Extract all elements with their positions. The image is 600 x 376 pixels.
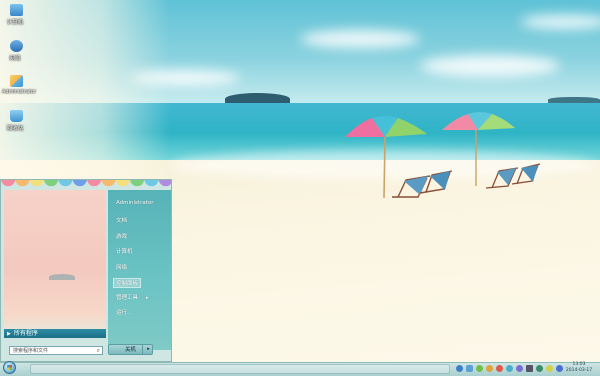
speaker-icon[interactable] — [526, 365, 533, 372]
desktop-icon-label: Administrator — [2, 89, 37, 95]
start-menu-item-games[interactable]: 游戏 — [116, 232, 127, 240]
app-tray-icon[interactable] — [486, 365, 493, 372]
chevron-right-icon: ▸ — [147, 346, 150, 352]
desktop-icon-label: 网络 — [9, 56, 21, 62]
desktop-icon-network[interactable]: 网络 — [4, 40, 28, 62]
scallop — [115, 180, 130, 187]
app-tray-icon[interactable] — [516, 365, 523, 372]
scallop-border — [1, 180, 171, 187]
start-menu-item-computer[interactable]: 计算机 — [116, 247, 133, 255]
recycle-bin-icon — [9, 110, 23, 122]
app-tray-icon[interactable] — [546, 365, 553, 372]
computer-icon — [9, 4, 23, 16]
network-tray-icon[interactable] — [466, 365, 473, 372]
user-folder-icon — [9, 75, 23, 87]
scallop — [1, 180, 16, 187]
start-button[interactable] — [3, 361, 16, 374]
desktop-icon-label: 回收站 — [6, 126, 24, 132]
start-menu-username[interactable]: Administrator — [116, 200, 154, 206]
all-programs-label: 所有程序 — [13, 330, 38, 337]
windows-logo-icon — [7, 365, 12, 370]
start-menu-item-network[interactable]: 网络 — [116, 263, 127, 271]
scallop — [158, 180, 171, 187]
start-menu-left-pane — [4, 190, 106, 336]
scallop — [130, 180, 145, 187]
scallop — [29, 180, 44, 187]
desktop-icon-label: 计算机 — [6, 20, 24, 26]
search-placeholder: 搜索程序和文件 — [13, 348, 49, 354]
search-icon: ⌕ — [96, 347, 100, 354]
beach-chair — [392, 170, 453, 198]
help-icon[interactable] — [456, 365, 463, 372]
desktop-icon-user-folder[interactable]: Administrator — [2, 75, 37, 95]
start-menu: ▶ 所有程序 搜索程序和文件 ⌕ Administrator 文档 游戏 计算机 … — [0, 179, 172, 362]
start-menu-item-run[interactable]: 运行... — [116, 308, 132, 316]
desktop-icon-recycle-bin[interactable]: 回收站 — [4, 110, 28, 132]
start-menu-item-control-panel[interactable]: 控制面板 — [113, 278, 142, 288]
all-programs-button[interactable]: ▶ 所有程序 — [4, 329, 106, 338]
start-menu-item-documents[interactable]: 文档 — [116, 216, 127, 224]
app-tray-icon[interactable] — [496, 365, 503, 372]
pane-island — [49, 274, 75, 280]
scallop — [44, 180, 59, 187]
right-arrow-icon: ▶ — [7, 331, 11, 337]
notification-area — [456, 364, 563, 373]
scallop — [58, 180, 73, 187]
start-menu-item-admin-tools[interactable]: 管理工具 ▸ — [116, 293, 149, 301]
shutdown-options-button[interactable]: ▸ — [142, 344, 154, 355]
shutdown-label: 关机 — [124, 347, 136, 353]
scallop — [72, 180, 87, 187]
scallop — [15, 180, 30, 187]
submenu-arrow-icon: ▸ — [146, 295, 149, 301]
taskbar-clock[interactable]: 13:03 2014-03-17 — [560, 362, 598, 374]
app-tray-icon[interactable] — [506, 365, 513, 372]
beach-chair — [485, 163, 541, 189]
network-icon — [9, 40, 23, 52]
scallop — [87, 180, 102, 187]
app-tray-icon[interactable] — [476, 365, 483, 372]
desktop-icon-computer[interactable]: 计算机 — [4, 4, 28, 26]
clock-date: 2014-03-17 — [565, 368, 593, 373]
scallop — [101, 180, 116, 187]
app-tray-icon[interactable] — [536, 365, 543, 372]
taskbar-window-button[interactable] — [30, 364, 450, 374]
scallop — [144, 180, 159, 187]
admin-tools-label: 管理工具 — [116, 295, 139, 301]
search-input[interactable]: 搜索程序和文件 ⌕ — [9, 346, 103, 355]
